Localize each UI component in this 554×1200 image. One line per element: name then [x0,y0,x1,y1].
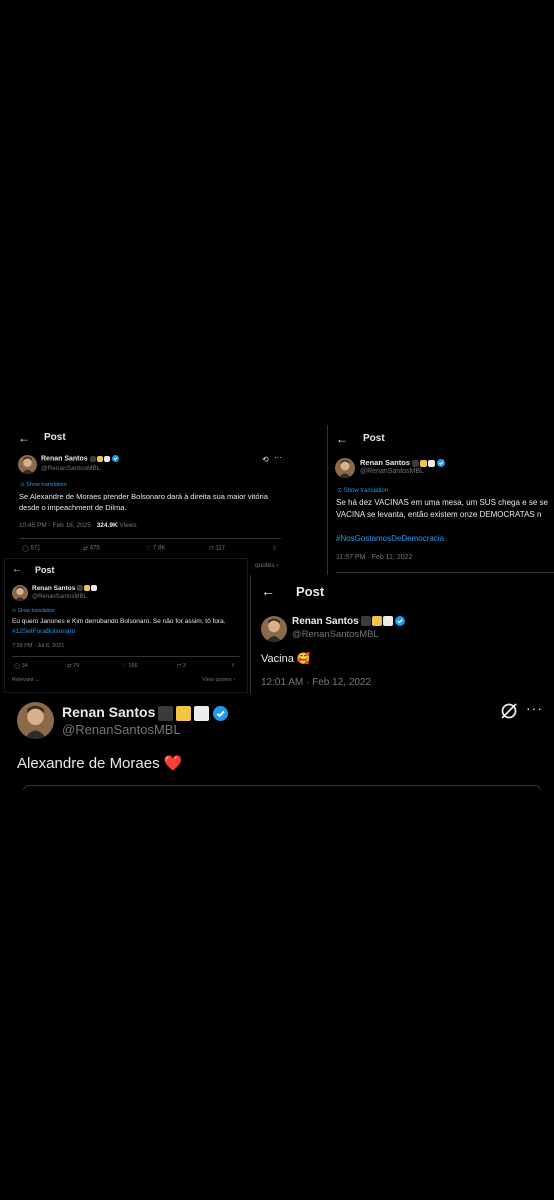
quoted-post-border [23,785,541,790]
show-translation-link[interactable]: ⊙ Show translation [337,487,388,494]
verified-badge-icon [437,459,446,468]
back-arrow-icon[interactable]: ← [336,432,348,446]
handle[interactable]: @RenanSantosMBL [41,465,100,472]
flag-square-icon [194,705,210,721]
quotes-link[interactable]: quotes › [255,562,279,569]
flag-square-icon [412,459,420,467]
post-text: Alexandre de Moraes ❤️ [17,755,183,772]
divider [336,572,554,573]
share-icon[interactable]: ⇧ [231,663,236,669]
divider [12,656,240,657]
display-name[interactable]: Renan Santos [32,585,98,592]
avatar[interactable] [12,585,28,601]
flag-square-icon [360,616,371,627]
post-text-line-1: Se há dez VACINAS em uma mesa, um SUS ch… [336,498,548,507]
avatar[interactable] [261,616,287,642]
post-timestamp: 11:57 PM · Feb 11, 2022 [336,554,413,561]
post-text-line-2: VACINA se levanta, então existem onze DE… [336,510,542,519]
post-timestamp: 10:45 PM · Feb 18, 2025 · 324.9K Views [19,522,137,529]
view-quotes-link[interactable]: View quotes › [202,677,235,683]
hashtag-link[interactable]: #NosGostamosDeDemocracia [336,534,444,543]
page-title: Post [35,565,55,575]
post-text: Se Alexandre de Moraes prender Bolsonaro… [19,492,268,512]
flag-square-icon [89,455,96,462]
avatar[interactable] [335,458,355,478]
display-name[interactable]: Renan Santos [292,616,405,627]
post-panel-5: Renan Santos @RenanSantosMBL ··· Alexand… [3,694,554,790]
back-arrow-icon[interactable]: ← [12,564,22,575]
flag-square-icon [371,616,382,627]
page-title: Post [296,584,325,599]
flag-square-icon [382,616,393,627]
flag-square-icon [176,705,192,721]
post-panel-3: ← Post Renan Santos @RenanSantosMBL ⊙ Sh… [4,558,248,693]
reply-button[interactable]: ◯ 671 [22,545,40,552]
flag-square-icon [91,585,98,592]
flag-square-icon [103,455,110,462]
handle[interactable]: @RenanSantosMBL [32,594,87,600]
post-panel-1: ← Post Renan Santos @RenanSantosMBL ⟲ ··… [10,425,290,575]
show-translation-link[interactable]: ⊙ Show translation [20,482,67,488]
post-panel-4: ← Post Renan Santos @RenanSantosMBL Vaci… [250,575,554,695]
page-title: Post [363,433,385,444]
avatar[interactable] [18,455,37,474]
grok-icon[interactable] [500,702,518,725]
flag-square-icon [428,459,436,467]
show-translation-link[interactable]: ⊙ Show translation [12,608,55,614]
post-text: Eu quero Janones e Kim derrubando Bolson… [12,618,226,625]
like-button[interactable]: ♡ 166 [122,663,138,669]
post-timestamp: 7:28 PM · Jul 8, 2021 [12,643,65,649]
share-icon[interactable]: ⇧ [272,545,277,552]
verified-badge-icon [394,616,405,627]
page-title: Post [44,432,66,443]
bookmark-button[interactable]: ⊓ 3 [177,663,186,669]
post-panel-2: ← Post Renan Santos @RenanSantosMBL ⊙ Sh… [327,425,554,597]
bookmark-button[interactable]: ⊓ 117 [209,545,225,552]
like-button[interactable]: ♡ 7.8K [146,545,165,552]
repost-button[interactable]: ⇄ 79 [67,663,79,669]
display-name[interactable]: Renan Santos [41,455,119,462]
verified-badge-icon [213,705,229,721]
divider [19,538,281,539]
back-arrow-icon[interactable]: ← [18,431,30,445]
flag-square-icon [96,455,103,462]
back-arrow-icon[interactable]: ← [261,583,275,599]
avatar[interactable] [17,702,54,739]
flag-square-icon [420,459,428,467]
post-text: Vacina 🥰 [261,653,311,665]
flag-square-icon [84,585,91,592]
handle[interactable]: @RenanSantosMBL [360,468,424,475]
verified-badge-icon [111,455,119,462]
grok-icon[interactable]: ⟲ [262,455,269,464]
post-timestamp: 12:01 AM · Feb 12, 2022 [261,677,372,688]
flag-square-icon [77,585,84,592]
more-options-icon[interactable]: ··· [274,453,282,462]
hashtag-link[interactable]: #12SetForaBolsonaro [12,628,75,635]
reply-button[interactable]: ◯ 34 [14,663,28,669]
handle[interactable]: @RenanSantosMBL [292,629,379,640]
repost-button[interactable]: ⇄ 475 [83,545,100,552]
flag-square-icon [158,705,174,721]
sort-relevant-dropdown[interactable]: Relevant ⌄ [12,677,40,683]
display-name[interactable]: Renan Santos [360,458,446,468]
handle[interactable]: @RenanSantosMBL [62,722,181,737]
display-name[interactable]: Renan Santos [62,704,229,721]
more-options-icon[interactable]: ··· [526,700,543,716]
